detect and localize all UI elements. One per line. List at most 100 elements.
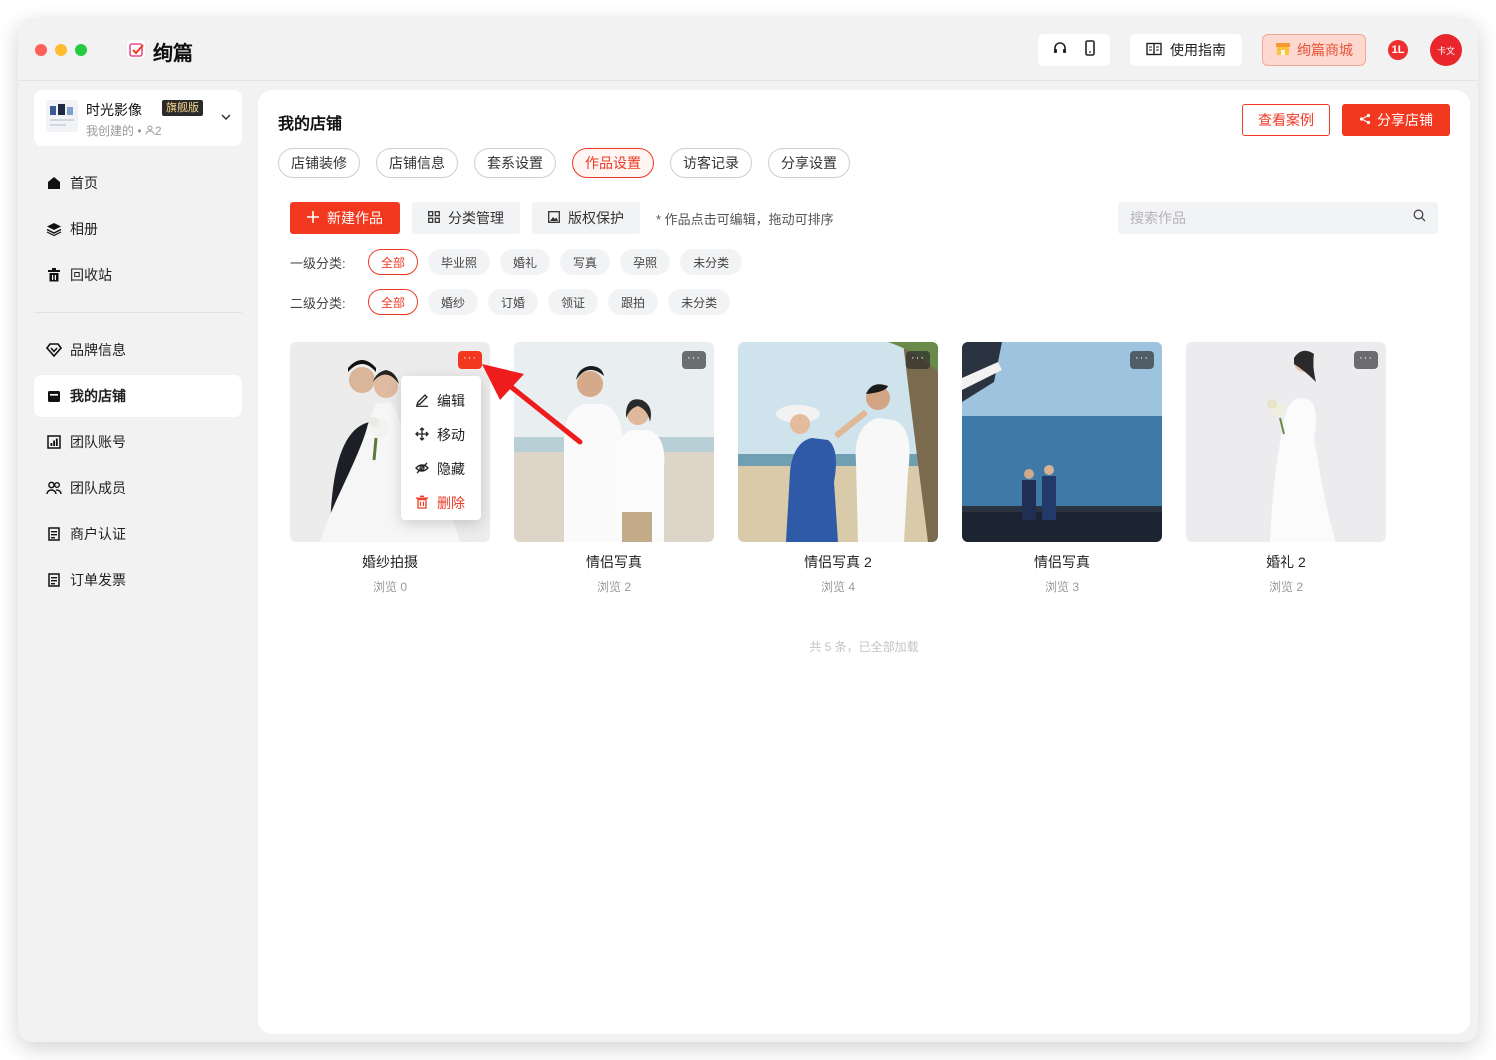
primary-category-label: 一级分类: <box>290 255 346 271</box>
sort-hint: * 作品点击可编辑，拖动可排序 <box>656 211 834 227</box>
sidebar-item-albums[interactable]: 相册 <box>34 208 242 250</box>
secondary-category-label: 二级分类: <box>290 295 346 311</box>
secondary-chip-engagement[interactable]: 订婚 <box>488 289 539 315</box>
new-work-label: 新建作品 <box>327 210 383 226</box>
guide-label: 使用指南 <box>1170 42 1226 58</box>
store-name: 时光影像 <box>86 102 142 118</box>
primary-chip-uncategorized[interactable]: 未分类 <box>680 249 743 275</box>
primary-chip-wedding[interactable]: 婚礼 <box>500 249 551 275</box>
mobile-icon[interactable] <box>1083 39 1097 61</box>
sidebar-item-home[interactable]: 首页 <box>34 162 242 204</box>
work-thumbnail[interactable]: ··· <box>738 342 938 542</box>
work-views: 浏览 0 <box>372 580 407 594</box>
menu-item-edit[interactable]: 编辑 <box>401 384 481 418</box>
tab-store-decoration[interactable]: 店铺装修 <box>278 148 360 178</box>
work-card[interactable]: ··· 情侣写真 浏览 3 <box>962 342 1162 595</box>
book-icon <box>1146 42 1162 59</box>
maximize-window-button[interactable] <box>75 44 87 56</box>
search-input[interactable] <box>1130 210 1390 226</box>
sidebar-item-recycle-bin[interactable]: 回收站 <box>34 254 242 296</box>
work-views: 浏览 2 <box>596 580 631 594</box>
minimize-window-button[interactable] <box>55 44 67 56</box>
sidebar-item-my-store[interactable]: 我的店铺 <box>34 375 242 417</box>
work-thumbnail[interactable]: ··· <box>962 342 1162 542</box>
copyright-button[interactable]: 版权保护 <box>532 202 640 234</box>
work-title: 情侣写真 2 <box>804 554 872 570</box>
sidebar-item-brand[interactable]: 品牌信息 <box>34 329 242 371</box>
work-card[interactable]: ··· 情侣写真 2 浏览 4 <box>738 342 938 595</box>
menu-item-hide[interactable]: 隐藏 <box>401 452 481 486</box>
share-store-button[interactable]: 分享店铺 <box>1342 104 1450 136</box>
new-work-button[interactable]: 新建作品 <box>290 202 400 234</box>
search-icon[interactable] <box>1413 209 1426 227</box>
work-views: 浏览 4 <box>820 580 855 594</box>
primary-chip-portrait[interactable]: 写真 <box>560 249 611 275</box>
toolbar-tools <box>1038 34 1110 66</box>
more-options-button[interactable]: ··· <box>1130 351 1154 369</box>
sidebar-item-team-account[interactable]: 团队账号 <box>34 421 242 463</box>
secondary-chip-bridal[interactable]: 婚纱 <box>428 289 479 315</box>
menu-item-delete[interactable]: 删除 <box>401 486 481 520</box>
menu-item-label: 隐藏 <box>437 461 465 477</box>
app-name: 绚篇 <box>153 43 193 65</box>
store-plan-badge: 旗舰版 <box>162 100 203 116</box>
work-title: 情侣写真 <box>586 554 642 570</box>
view-cases-button[interactable]: 查看案例 <box>1242 104 1330 136</box>
sidebar-item-label: 团队成员 <box>70 480 126 496</box>
category-manage-button[interactable]: 分类管理 <box>412 202 520 234</box>
primary-chip-maternity[interactable]: 孕照 <box>620 249 671 275</box>
share-store-label: 分享店铺 <box>1377 112 1433 128</box>
sidebar-item-label: 相册 <box>70 221 98 237</box>
guide-button[interactable]: 使用指南 <box>1130 34 1242 66</box>
store-switcher[interactable]: 时光影像 旗舰版 我创建的 • 2 <box>34 90 242 146</box>
work-views: 浏览 2 <box>1268 580 1303 594</box>
work-title: 婚纱拍摄 <box>362 554 418 570</box>
category-manage-label: 分类管理 <box>448 210 504 226</box>
works-toolbar: 新建作品 分类管理 版权保护 * 作品点击可编辑，拖动可排序 <box>290 202 834 234</box>
more-options-button[interactable]: ··· <box>458 351 482 369</box>
work-card[interactable]: ··· 婚礼 2 浏览 2 <box>1186 342 1386 595</box>
secondary-chip-uncategorized[interactable]: 未分类 <box>668 289 731 315</box>
pencil-icon <box>415 393 429 410</box>
store-owner-text: 我创建的 • <box>86 124 145 138</box>
mall-button[interactable]: 绚篇商城 <box>1262 34 1366 66</box>
team-account-icon <box>46 434 62 450</box>
secondary-chip-marriage-cert[interactable]: 领证 <box>548 289 599 315</box>
menu-item-move[interactable]: 移动 <box>401 418 481 452</box>
primary-chip-all[interactable]: 全部 <box>368 249 419 275</box>
user-avatar[interactable]: 卡文 <box>1430 34 1462 66</box>
headset-icon[interactable] <box>1052 40 1068 61</box>
work-title: 情侣写真 <box>1034 554 1090 570</box>
menu-item-label: 删除 <box>437 495 465 511</box>
search-box[interactable] <box>1118 202 1438 234</box>
tab-package-settings[interactable]: 套系设置 <box>474 148 556 178</box>
close-window-button[interactable] <box>35 44 47 56</box>
tab-visitor-log[interactable]: 访客记录 <box>670 148 752 178</box>
notification-badge[interactable]: 1L <box>1388 40 1408 60</box>
page-title: 我的店铺 <box>278 116 343 133</box>
sidebar-item-label: 订单发票 <box>70 572 126 588</box>
chevron-down-icon <box>220 110 232 128</box>
store-thumbnail <box>46 100 78 132</box>
copyright-label: 版权保护 <box>568 210 624 226</box>
more-options-button[interactable]: ··· <box>906 351 930 369</box>
work-context-menu: 编辑 移动 隐藏 删除 <box>401 376 481 520</box>
tab-store-info[interactable]: 店铺信息 <box>376 148 458 178</box>
more-options-button[interactable]: ··· <box>1354 351 1378 369</box>
secondary-chip-all[interactable]: 全部 <box>368 289 419 315</box>
tab-share-settings[interactable]: 分享设置 <box>768 148 850 178</box>
work-thumbnail[interactable]: ··· <box>1186 342 1386 542</box>
sidebar-item-label: 团队账号 <box>70 434 126 450</box>
invoice-icon <box>46 572 62 588</box>
tab-works-settings[interactable]: 作品设置 <box>572 148 654 178</box>
sidebar-item-invoice[interactable]: 订单发票 <box>34 559 242 601</box>
sidebar-item-label: 商户认证 <box>70 526 126 542</box>
sidebar-item-label: 回收站 <box>70 267 112 283</box>
sidebar-item-merchant-cert[interactable]: 商户认证 <box>34 513 242 555</box>
more-options-button[interactable]: ··· <box>682 351 706 369</box>
shop-icon <box>1275 41 1291 60</box>
sidebar-item-team-members[interactable]: 团队成员 <box>34 467 242 509</box>
person-icon <box>145 124 155 138</box>
primary-chip-graduation[interactable]: 毕业照 <box>428 249 491 275</box>
secondary-chip-follow-shoot[interactable]: 跟拍 <box>608 289 659 315</box>
